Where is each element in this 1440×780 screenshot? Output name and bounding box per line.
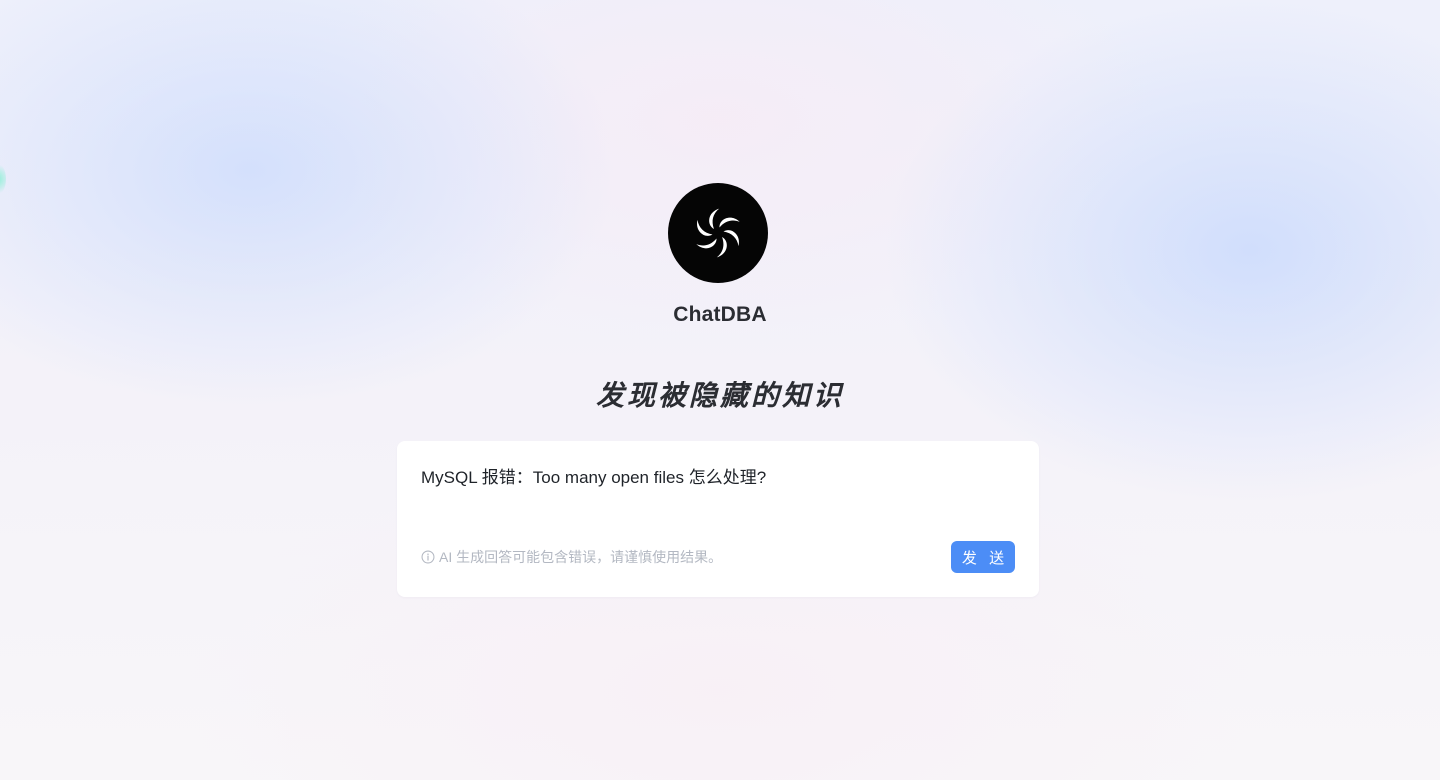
edge-decoration [0,162,6,196]
app-logo [668,183,768,283]
app-name: ChatDBA [673,303,767,326]
chat-input-card: AI 生成回答可能包含错误，请谨慎使用结果。 发 送 [397,441,1039,597]
info-circle-icon [421,550,435,564]
ai-disclaimer: AI 生成回答可能包含错误，请谨慎使用结果。 [421,547,722,567]
disclaimer-text: AI 生成回答可能包含错误，请谨慎使用结果。 [439,549,723,565]
swirl-logo-icon [696,208,740,258]
question-input[interactable] [421,467,1011,527]
send-button[interactable]: 发 送 [951,541,1015,573]
page-headline: 发现被隐藏的知识 [595,380,844,411]
